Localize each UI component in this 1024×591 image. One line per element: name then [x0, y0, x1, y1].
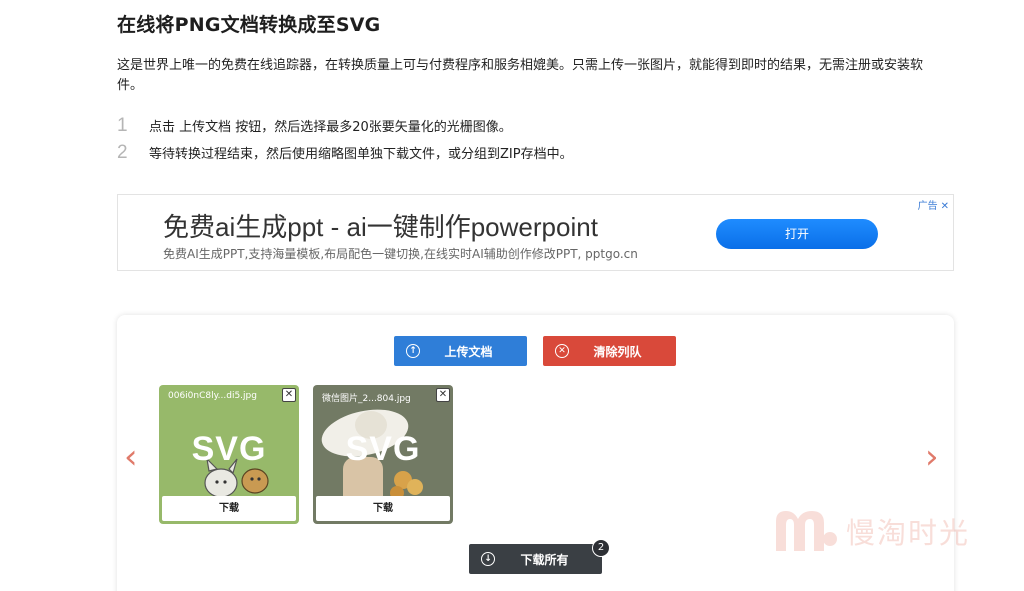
ad-banner[interactable]: 免费ai生成ppt - ai一键制作powerpoint 免费AI生成PPT,支… — [117, 194, 954, 271]
watermark-logo-icon — [776, 511, 837, 551]
file-thumbnail: 微信图片_2...804.jpg ✕ SVG 下载 — [313, 385, 453, 524]
ad-open-button[interactable]: 打开 — [716, 219, 878, 249]
download-button[interactable]: 下载 — [316, 496, 450, 521]
watermark: 慢淘时光 — [772, 507, 970, 555]
download-button[interactable]: 下载 — [162, 496, 296, 521]
format-label: SVG — [191, 430, 267, 468]
clear-queue-button[interactable]: ✕ 清除列队 — [543, 336, 676, 366]
chevron-right-icon[interactable]: › — [925, 437, 939, 477]
queue-count-badge: 2 — [592, 539, 610, 557]
arrow-up-circle-icon: ↑ — [406, 344, 420, 358]
ad-close-icon[interactable]: ✕ — [941, 201, 949, 212]
format-label: SVG — [345, 430, 421, 468]
ad-subtitle: 免费AI生成PPT,支持海量模板,布局配色一键切换,在线实时AI辅助创作修改PP… — [163, 247, 638, 261]
step-text: 等待转换过程结束，然后使用缩略图单独下载文件，或分组到ZIP存档中。 — [149, 147, 573, 162]
upload-button-label: 上传文档 — [444, 344, 493, 359]
step-number: 2 — [117, 141, 128, 163]
download-all-button[interactable]: ↓ 下载所有 — [469, 544, 602, 574]
step-item: 1 点击 上传文档 按钮，然后选择最多20张要矢量化的光栅图像。 — [117, 112, 573, 139]
ad-marker[interactable]: 广告 ✕ — [918, 197, 949, 212]
intro-text: 这是世界上唯一的免费在线追踪器，在转换质量上可与付费程序和服务相媲美。只需上传一… — [117, 58, 924, 93]
chevron-left-icon[interactable]: ‹ — [124, 437, 138, 477]
download-all-label: 下载所有 — [520, 552, 569, 567]
step-text: 点击 上传文档 按钮，然后选择最多20张要矢量化的光栅图像。 — [149, 120, 512, 135]
step-item: 2 等待转换过程结束，然后使用缩略图单独下载文件，或分组到ZIP存档中。 — [117, 139, 573, 166]
ad-title[interactable]: 免费ai生成ppt - ai一键制作powerpoint — [163, 207, 598, 244]
page-title: 在线将PNG文档转换成至SVG — [117, 14, 381, 36]
step-number: 1 — [117, 114, 128, 136]
watermark-text: 慢淘时光 — [846, 516, 971, 550]
ad-label: 广告 — [917, 201, 938, 212]
file-thumbnail: 006i0nC8ly...di5.jpg ✕ SVG 下载 — [159, 385, 299, 524]
steps-list: 1 点击 上传文档 按钮，然后选择最多20张要矢量化的光栅图像。 2 等待转换过… — [117, 112, 573, 166]
clear-button-label: 清除列队 — [593, 344, 642, 359]
arrow-down-circle-icon: ↓ — [481, 552, 495, 566]
upload-button[interactable]: ↑ 上传文档 — [394, 336, 527, 366]
close-circle-icon: ✕ — [555, 344, 569, 358]
